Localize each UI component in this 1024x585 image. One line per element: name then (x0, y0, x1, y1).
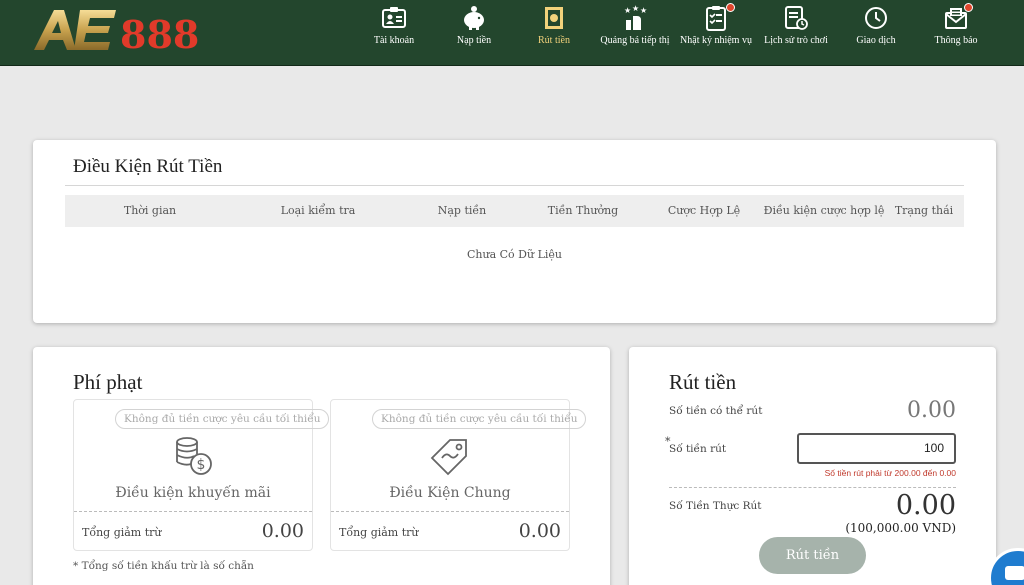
column-header: Cược Hợp Lệ (667, 204, 741, 217)
total-deduction-label: Tổng giảm trừ (82, 526, 162, 539)
general-condition-box: Không đủ tiền cược yêu cầu tối thiểu Điề… (330, 399, 587, 551)
conditions-table-header: Thời gian Loại kiểm tra Nạp tiền Tiền Th… (65, 195, 964, 227)
notification-badge (726, 3, 735, 12)
nav-notifications[interactable]: Thông báo (916, 0, 996, 66)
penalty-card: Phí phạt Không đủ tiền cược yêu cầu tối … (33, 347, 610, 585)
divider (74, 511, 312, 512)
account-card-icon (382, 7, 406, 28)
box-name: Điều Kiện Chung (389, 485, 511, 501)
withdraw-amount-label: Số tiền rút (669, 443, 727, 455)
top-navbar: 888 Tài khoản Nạp tiền Rút tiền ★ ★ ★ Quản… (0, 0, 1024, 66)
empty-state-text: Chưa Có Dữ Liệu (467, 248, 562, 261)
divider (331, 511, 569, 512)
nav-deposit[interactable]: Nạp tiền (434, 0, 514, 66)
price-tag-icon (430, 439, 467, 476)
promotion-condition-box: Không đủ tiền cược yêu cầu tối thiểu $ Đ… (73, 399, 330, 551)
svg-text:★: ★ (624, 6, 631, 15)
withdraw-amount-input[interactable]: 100 (797, 433, 956, 464)
nav-label: Lịch sử trò chơi (764, 35, 828, 46)
actual-amount-vnd: (100,000.00 VND) (845, 521, 956, 535)
svg-text:★: ★ (640, 6, 647, 15)
nav-label: Rút tiền (538, 35, 570, 46)
svg-text:888: 888 (120, 12, 199, 56)
withdraw-title: Rút tiền (669, 370, 737, 394)
column-header: Tiền Thưởng (547, 204, 619, 217)
nav-label: Thông báo (934, 35, 978, 46)
chat-bubble-icon (1005, 566, 1024, 580)
column-header: Điều kiện cược hợp lệ (763, 204, 885, 217)
footnote: * Tổng số tiền khấu trừ là số chẵn (73, 560, 254, 572)
conditions-title: Điều Kiện Rút Tiền (73, 156, 223, 177)
nav-task-log[interactable]: Nhật ký nhiệm vụ (676, 0, 756, 66)
nav-game-history[interactable]: Lịch sử trò chơi (756, 0, 836, 66)
box-name: Điều kiện khuyến mãi (115, 485, 271, 501)
divider (65, 185, 964, 186)
withdraw-icon (545, 7, 563, 29)
divider (669, 487, 956, 488)
column-header: Thời gian (123, 204, 177, 217)
notification-badge (964, 3, 973, 12)
amount-error-text: Số tiền rút phải từ 200.00 đến 0.00 (824, 468, 956, 478)
column-header: Loại kiểm tra (280, 204, 356, 217)
actual-amount-label: Số Tiền Thực Rút (669, 500, 762, 512)
nav-promotion[interactable]: ★ ★ ★ Quảng bá tiếp thị (594, 0, 676, 66)
available-amount-value: 0.00 (907, 398, 956, 423)
withdraw-form-card: Rút tiền Số tiền có thể rút 0.00 * Số ti… (629, 347, 996, 585)
nav-label: Quảng bá tiếp thị (600, 35, 670, 46)
actual-amount-value: 0.00 (895, 490, 956, 521)
column-header: Nạp tiền (437, 204, 487, 217)
nav-label: Tài khoản (373, 35, 415, 46)
withdraw-conditions-card: Điều Kiện Rút Tiền Thời gian Loại kiểm t… (33, 140, 996, 323)
ae888-logo[interactable]: 888 (32, 4, 207, 56)
nav-label: Nạp tiền (456, 35, 492, 46)
game-history-icon (785, 6, 808, 30)
transaction-clock-icon (865, 7, 887, 29)
withdraw-submit-button[interactable]: Rút tiền (759, 537, 866, 574)
piggy-bank-icon (464, 6, 484, 30)
available-amount-label: Số tiền có thể rút (669, 405, 763, 417)
promotion-icon: ★ ★ ★ (624, 4, 647, 30)
nav-account[interactable]: Tài khoản (354, 0, 434, 66)
svg-text:★: ★ (632, 4, 639, 13)
svg-text:$: $ (197, 457, 206, 473)
total-deduction-value: 0.00 (261, 520, 304, 542)
total-deduction-value: 0.00 (518, 520, 561, 542)
coins-dollar-icon: $ (176, 437, 212, 475)
nav-withdraw[interactable]: Rút tiền (514, 0, 594, 66)
nav-label: Giao dịch (856, 35, 896, 46)
status-pill: Không đủ tiền cược yêu cầu tối thiểu (115, 409, 330, 429)
nav-transactions[interactable]: Giao dịch (836, 0, 916, 66)
nav-label: Nhật ký nhiệm vụ (680, 35, 752, 46)
column-header: Trạng thái (894, 204, 954, 217)
total-deduction-label: Tổng giảm trừ (339, 526, 419, 539)
penalty-title: Phí phạt (73, 370, 143, 394)
status-pill: Không đủ tiền cược yêu cầu tối thiểu (372, 409, 587, 429)
